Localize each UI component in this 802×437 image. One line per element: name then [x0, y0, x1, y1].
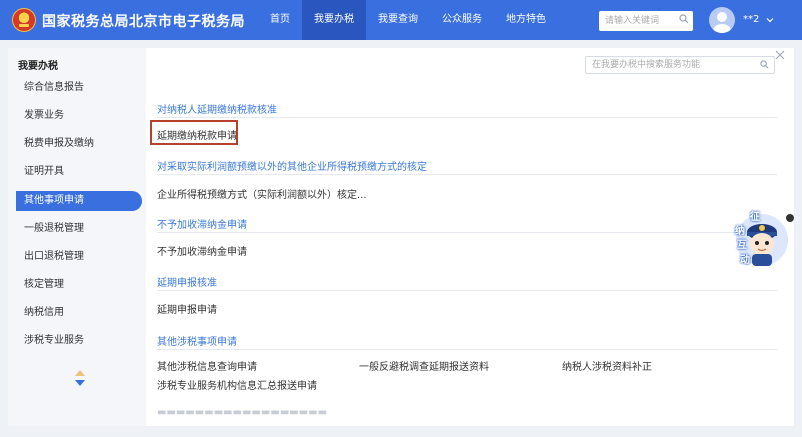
sidebar-item-general-refund[interactable]: 一般退税管理 — [16, 219, 142, 239]
sidebar-item-invoice[interactable]: 发票业务 — [16, 106, 142, 126]
close-dot-icon[interactable] — [786, 214, 794, 222]
sidebar-item-tax-declaration[interactable]: 税费申报及缴纳 — [16, 134, 142, 154]
section-title-deferred-declaration: 延期申报核准 — [157, 278, 217, 289]
site-title[interactable]: 国家税务总局北京市电子税务局 — [42, 11, 245, 31]
search-icon[interactable] — [679, 14, 689, 24]
section-title-late-fee-waiver: 不予加收滞纳金申请 — [157, 220, 247, 231]
sidebar-item-tax-credit[interactable]: 纳税信用 — [16, 303, 142, 323]
link-agency-info-report[interactable]: 涉税专业服务机构信息汇总报送申请 — [157, 377, 317, 392]
sidebar-item-comprehensive-report[interactable]: 综合信息报告 — [16, 78, 142, 98]
user-name[interactable]: **2 — [743, 14, 759, 25]
tax-emblem-icon — [12, 8, 36, 32]
section-divider — [157, 290, 777, 291]
link-tax-material-correction[interactable]: 纳税人涉税资料补正 — [562, 358, 652, 373]
main-nav: 首页 我要办税 我要查询 公众服务 地方特色 — [258, 0, 558, 40]
section-divider — [157, 349, 777, 350]
service-search-input[interactable] — [585, 56, 775, 74]
nav-item-query[interactable]: 我要查询 — [366, 0, 430, 40]
nav-item-public-services[interactable]: 公众服务 — [430, 0, 494, 40]
nav-item-tax-services[interactable]: 我要办税 — [302, 0, 366, 40]
link-deferred-payment-application[interactable]: 延期缴纳税款申请 — [157, 127, 237, 142]
link-tax-info-query[interactable]: 其他涉税信息查询申请 — [157, 358, 257, 373]
sidebar-item-other-applications[interactable]: 其他事项申请 — [16, 191, 142, 211]
nav-item-home[interactable]: 首页 — [258, 0, 302, 40]
sidebar-item-verification[interactable]: 核定管理 — [16, 275, 142, 295]
truncated-next-section: ▬▬▬▬▬▬▬▬▬▬▬▬▬▬▬▬▬▬ — [157, 407, 328, 418]
sidebar-title: 我要办税 — [18, 61, 58, 72]
section-title-deferred-payment: 对纳税人延期缴纳税款核准 — [157, 105, 277, 116]
sidebar-item-professional-services[interactable]: 涉税专业服务 — [16, 331, 142, 351]
link-anti-avoidance-extension[interactable]: 一般反避税调查延期报送资料 — [359, 358, 489, 373]
chevron-down-icon[interactable] — [766, 16, 774, 24]
section-title-income-tax-prepayment: 对采取实际利润额预缴以外的其他企业所得税预缴方式的核定 — [157, 162, 427, 173]
link-late-fee-waiver-application[interactable]: 不予加收滞纳金申请 — [157, 243, 247, 258]
section-divider — [157, 174, 777, 175]
section-divider — [157, 117, 777, 118]
nav-item-local-features[interactable]: 地方特色 — [494, 0, 558, 40]
scroll-arrows-icon[interactable] — [74, 369, 86, 387]
user-avatar[interactable] — [709, 7, 735, 33]
mascot-label-char: 互 — [737, 240, 747, 251]
sidebar-item-certificates[interactable]: 证明开具 — [16, 162, 142, 182]
mascot-label-char: 征 — [750, 212, 760, 223]
mascot-label-char: 纳 — [735, 226, 745, 237]
search-icon[interactable] — [760, 60, 769, 69]
sidebar-item-export-refund[interactable]: 出口退税管理 — [16, 247, 142, 267]
link-income-tax-prepayment-method[interactable]: 企业所得税预缴方式（实际利润额以外）核定... — [157, 186, 367, 201]
link-deferred-declaration-application[interactable]: 延期申报申请 — [157, 301, 217, 316]
section-title-other-tax-matters: 其他涉税事项申请 — [157, 337, 237, 348]
mascot-label-char: 动 — [740, 255, 750, 266]
close-icon[interactable] — [775, 50, 785, 60]
section-divider — [157, 232, 777, 233]
